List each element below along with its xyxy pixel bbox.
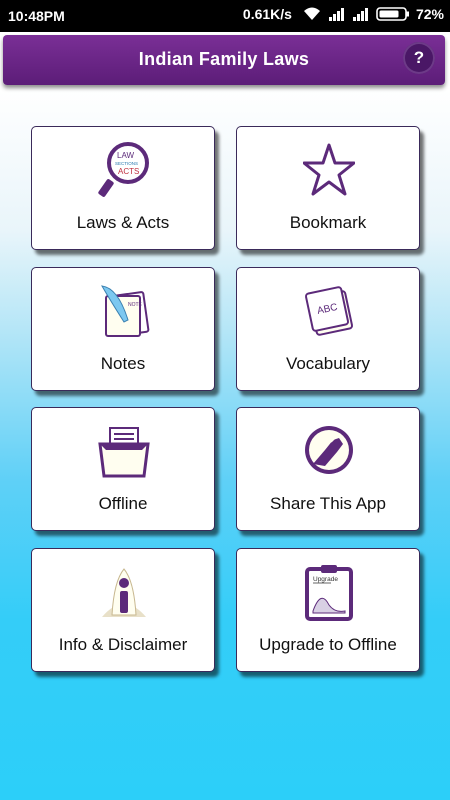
svg-text:SECTIONS: SECTIONS (115, 161, 138, 166)
tile-label: Vocabulary (285, 354, 371, 373)
wifi-icon (303, 7, 320, 20)
tile-label: Info & Disclaimer (58, 635, 188, 654)
info-icon (102, 568, 146, 617)
tile-label: Offline (98, 494, 148, 513)
upgrade-clipboard-icon: Upgrade (305, 565, 353, 621)
signal-icon (328, 8, 344, 21)
handshake-icon (305, 426, 353, 474)
quill-icon: NOTE (101, 285, 150, 337)
offline-button[interactable]: Offline (31, 407, 215, 531)
upgrade-offline-button[interactable]: Upgrade Upgrade to Offline (236, 548, 420, 672)
vocabulary-button[interactable]: ABC Vocabulary (236, 267, 420, 391)
star-icon (303, 143, 355, 196)
status-icons: 0.61K/s 72% (243, 6, 444, 22)
page-title: Indian Family Laws (138, 49, 310, 69)
info-disclaimer-button[interactable]: Info & Disclaimer (31, 548, 215, 672)
signal-icon (352, 8, 368, 21)
tile-label: Upgrade to Offline (259, 635, 397, 654)
tile-label: Share This App (270, 494, 386, 513)
battery-percent: 72% (415, 6, 444, 22)
laws-acts-button[interactable]: LAW SECTIONS ACTS Laws & Acts (31, 126, 215, 250)
svg-text:ACTS: ACTS (118, 167, 139, 176)
app-bar: Indian Family Laws ? (3, 35, 445, 85)
network-speed: 0.61K/s (242, 6, 292, 22)
tile-label: Bookmark (289, 213, 367, 232)
tile-label: Notes (100, 354, 146, 373)
magnifier-icon: LAW SECTIONS ACTS (98, 142, 149, 197)
share-app-button[interactable]: Share This App (236, 407, 420, 531)
battery-icon (376, 7, 409, 21)
bookmark-button[interactable]: Bookmark (236, 126, 420, 250)
abc-notepad-icon: ABC (305, 286, 353, 336)
svg-text:NOTE: NOTE (128, 302, 143, 308)
file-box-icon (98, 427, 150, 478)
status-bar: 10:48PM 0.61K/s 72% (0, 0, 450, 32)
svg-text:Upgrade: Upgrade (313, 576, 338, 583)
status-time: 10:48PM (8, 8, 65, 24)
svg-text:LAW: LAW (117, 151, 134, 160)
help-button[interactable]: ? (403, 42, 435, 74)
tile-label: Laws & Acts (76, 213, 170, 232)
notes-button[interactable]: NOTE Notes (31, 267, 215, 391)
